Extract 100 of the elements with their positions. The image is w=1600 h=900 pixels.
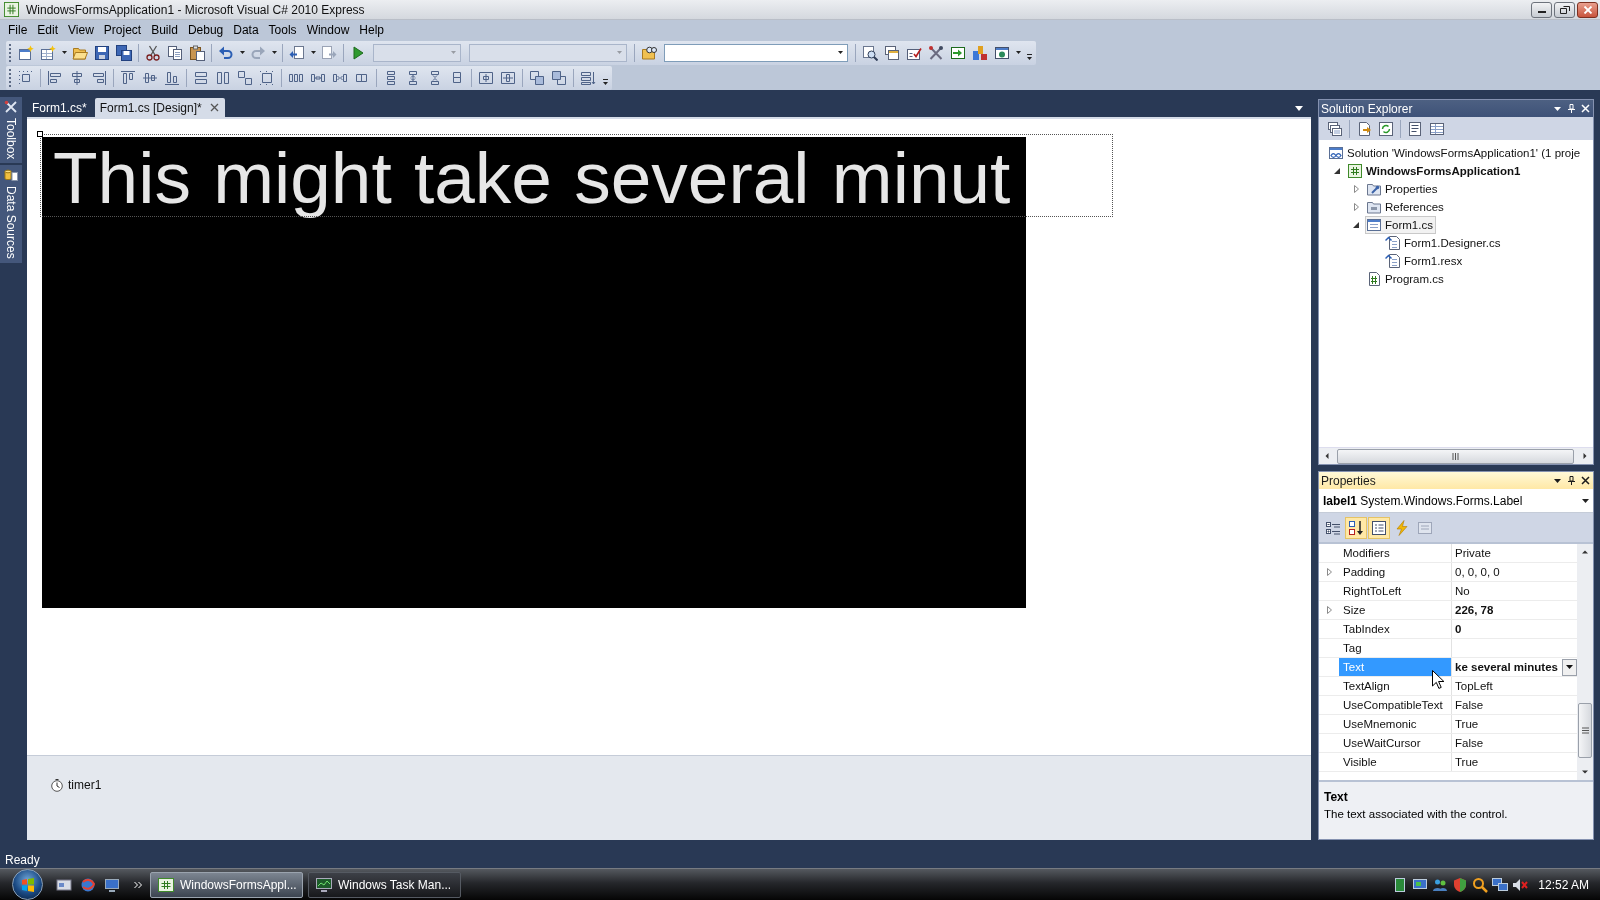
tree-item[interactable]: Properties xyxy=(1365,180,1441,198)
globe-icon[interactable] xyxy=(80,876,96,893)
chevron-icon[interactable] xyxy=(134,880,142,889)
menu-item[interactable]: Debug xyxy=(182,21,229,39)
expand-icon[interactable] xyxy=(1351,185,1360,193)
start-button[interactable] xyxy=(12,869,43,900)
tree-item[interactable]: References xyxy=(1365,198,1447,216)
collapse-icon[interactable] xyxy=(1332,167,1341,175)
search-icon[interactable] xyxy=(862,44,878,61)
property-name[interactable]: TabIndex xyxy=(1339,620,1452,638)
stacked-windows-icon[interactable] xyxy=(884,44,900,61)
clipboard-icon[interactable] xyxy=(189,44,205,61)
center-vertically-icon[interactable] xyxy=(500,69,516,86)
copy-icon[interactable] xyxy=(167,44,183,61)
property-name[interactable]: RightToLeft xyxy=(1339,582,1452,600)
same-width-icon[interactable] xyxy=(193,69,209,86)
alphabetical-button[interactable] xyxy=(1345,516,1367,539)
tree-item[interactable]: Form1.resx xyxy=(1384,252,1466,270)
overflow-icon[interactable] xyxy=(1026,51,1033,62)
document-tab[interactable]: Form1.cs* xyxy=(27,98,93,117)
tree-item[interactable]: WindowsFormsApplication1 xyxy=(1346,162,1524,180)
floppy-disks-icon[interactable] xyxy=(116,44,132,61)
close-icon[interactable] xyxy=(1581,476,1590,485)
crossed-tools-icon[interactable] xyxy=(928,44,944,61)
undo-icon[interactable] xyxy=(218,44,234,61)
horizontal-scrollbar[interactable] xyxy=(1319,447,1593,464)
grip-handle[interactable] xyxy=(9,43,12,62)
tray-component[interactable]: timer1 xyxy=(50,778,102,792)
taskbar-button[interactable]: Windows Task Man... xyxy=(308,871,461,898)
property-name[interactable]: Padding xyxy=(1339,563,1452,581)
menu-item[interactable]: Data xyxy=(228,21,264,39)
caret-icon[interactable] xyxy=(271,51,277,54)
grid-window-icon[interactable] xyxy=(1429,120,1445,137)
dropdown-field[interactable] xyxy=(664,43,848,62)
caret-icon[interactable] xyxy=(239,51,245,54)
property-name[interactable]: UseWaitCursor xyxy=(1339,734,1452,752)
expand-icon[interactable] xyxy=(1325,606,1333,614)
menu-item[interactable]: File xyxy=(3,21,33,39)
property-name[interactable]: UseMnemonic xyxy=(1339,715,1452,733)
side-tab[interactable]: Toolbox xyxy=(0,97,22,164)
scroll-thumb[interactable] xyxy=(1578,703,1592,758)
scroll-thumb[interactable] xyxy=(1337,448,1574,464)
tree-item[interactable]: Program.cs xyxy=(1365,270,1447,288)
blocks-icon[interactable] xyxy=(972,44,988,61)
align-centers-icon[interactable] xyxy=(69,69,85,86)
side-tab[interactable]: Data Sources xyxy=(0,165,22,264)
navigate-backward-icon[interactable] xyxy=(289,44,305,61)
vertical-scrollbar[interactable] xyxy=(1577,544,1593,780)
arrow-box-icon[interactable] xyxy=(950,44,966,61)
expand-icon[interactable] xyxy=(1351,203,1360,211)
align-tops-icon[interactable] xyxy=(120,69,136,86)
minimize-button[interactable] xyxy=(1531,1,1552,18)
property-name[interactable]: Size xyxy=(1339,601,1452,619)
caret-icon[interactable] xyxy=(1553,476,1562,485)
send-to-back-icon[interactable] xyxy=(551,69,567,86)
scissors-icon[interactable] xyxy=(145,44,161,61)
tree-item[interactable]: Form1.Designer.cs xyxy=(1384,234,1504,252)
property-name[interactable]: Modifiers xyxy=(1339,544,1452,562)
property-value[interactable]: 226, 78 xyxy=(1452,601,1577,619)
object-selector[interactable]: label1 System.Windows.Forms.Label xyxy=(1319,489,1593,513)
new-project-icon[interactable] xyxy=(18,44,34,61)
folder-search-icon[interactable] xyxy=(641,44,657,61)
property-name[interactable]: UseCompatibleText xyxy=(1339,696,1452,714)
property-value[interactable]: Private xyxy=(1452,544,1577,562)
resize-handle[interactable] xyxy=(37,131,43,137)
property-value[interactable]: TopLeft xyxy=(1452,677,1577,695)
network-icon[interactable] xyxy=(1492,876,1509,893)
dropdown-button[interactable] xyxy=(1562,658,1577,676)
stacked-files-icon[interactable] xyxy=(1327,120,1343,137)
menu-item[interactable]: Help xyxy=(354,21,389,39)
tree-item[interactable]: Form1.cs xyxy=(1365,216,1436,234)
same-size-icon[interactable] xyxy=(237,69,253,86)
size-to-grid-icon[interactable] xyxy=(259,69,275,86)
document-tab[interactable]: Form1.cs [Design]* xyxy=(94,98,225,117)
property-value[interactable]: ke several minutes xyxy=(1452,658,1577,676)
shield-icon[interactable] xyxy=(1452,876,1469,893)
property-name[interactable]: Visible xyxy=(1339,753,1452,771)
document-arrow-icon[interactable] xyxy=(1356,120,1372,137)
property-value[interactable]: True xyxy=(1452,753,1577,771)
restore-button[interactable] xyxy=(1554,1,1575,18)
menu-item[interactable]: Window xyxy=(301,21,355,39)
add-item-icon[interactable] xyxy=(40,44,56,61)
properties-button[interactable] xyxy=(1368,516,1390,539)
menu-item[interactable]: Edit xyxy=(32,21,64,39)
center-horizontally-icon[interactable] xyxy=(478,69,494,86)
caret-icon[interactable] xyxy=(1295,106,1303,111)
align-lefts-icon[interactable] xyxy=(47,69,63,86)
same-height-icon[interactable] xyxy=(215,69,231,86)
clock[interactable]: 12:52 AM xyxy=(1538,877,1589,892)
window-icon[interactable] xyxy=(56,876,72,893)
search-icon[interactable] xyxy=(1472,876,1489,893)
caret-icon[interactable] xyxy=(61,51,67,54)
property-name[interactable]: Tag xyxy=(1339,639,1452,657)
refresh-icon[interactable] xyxy=(1378,120,1394,137)
play-icon[interactable] xyxy=(350,44,366,61)
menu-item[interactable]: Project xyxy=(98,21,147,39)
menu-item[interactable]: Tools xyxy=(263,21,302,39)
property-value[interactable]: 0, 0, 0, 0 xyxy=(1452,563,1577,581)
align-bottoms-icon[interactable] xyxy=(164,69,180,86)
menu-item[interactable]: View xyxy=(63,21,99,39)
